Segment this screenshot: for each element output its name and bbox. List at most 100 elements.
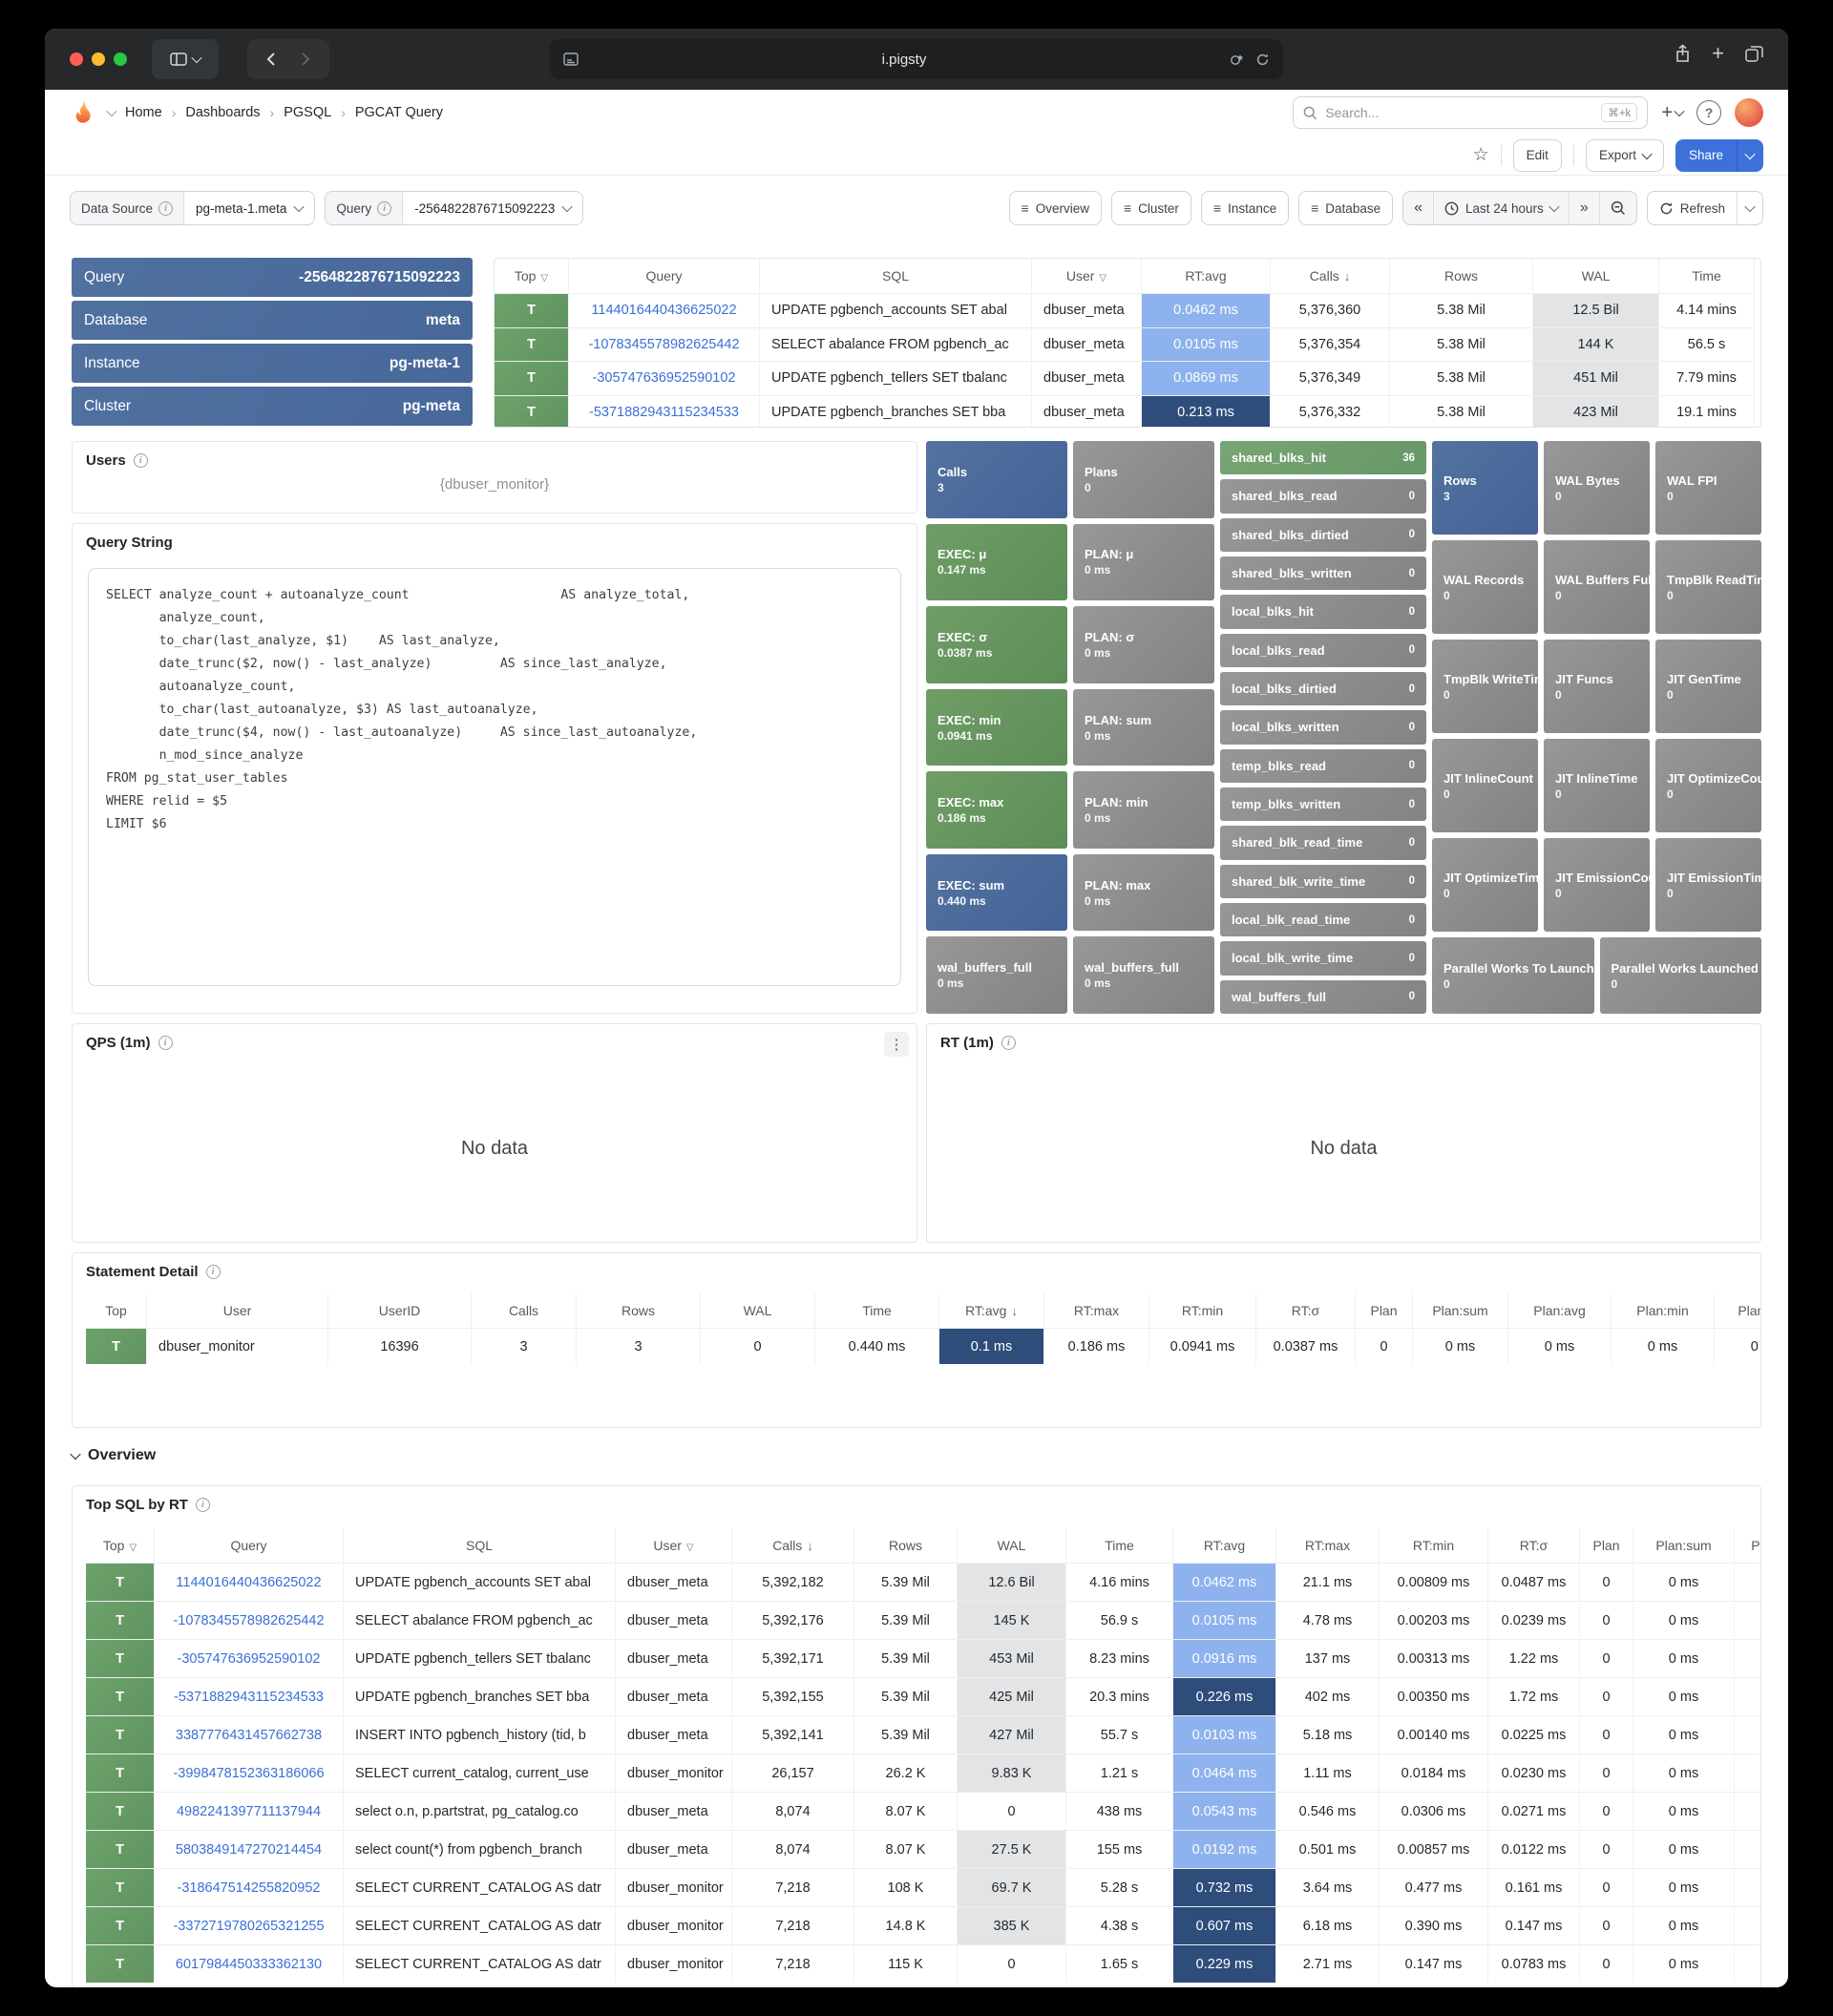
search-input[interactable]: Search... ⌘+k: [1293, 96, 1648, 129]
column-header[interactable]: RT:avg: [1173, 1528, 1276, 1563]
query-link[interactable]: -5371882943115234533: [155, 1677, 344, 1715]
column-header[interactable]: Plan:avg: [1508, 1293, 1612, 1328]
query-link[interactable]: -318647514255820952: [155, 1868, 344, 1906]
top-badge[interactable]: T: [86, 1754, 155, 1792]
top-badge[interactable]: T: [495, 293, 569, 327]
column-header[interactable]: Top: [86, 1528, 155, 1563]
column-header[interactable]: SQL: [344, 1528, 616, 1563]
top-badge[interactable]: T: [86, 1601, 155, 1639]
top-badge[interactable]: T: [86, 1328, 147, 1364]
column-header[interactable]: WAL: [958, 1528, 1066, 1563]
column-header[interactable]: RT:max: [1044, 1293, 1149, 1328]
column-header[interactable]: Time: [815, 1293, 939, 1328]
query-link[interactable]: -3372719780265321255: [155, 1906, 344, 1944]
column-header[interactable]: WAL: [1533, 259, 1659, 293]
share-icon[interactable]: [1675, 44, 1691, 63]
column-header[interactable]: RT:min: [1380, 1528, 1488, 1563]
reader-icon[interactable]: [563, 52, 579, 66]
refresh-button[interactable]: Refresh: [1648, 192, 1737, 224]
forward-icon[interactable]: [301, 52, 310, 67]
minimize-window-button[interactable]: [92, 52, 105, 66]
column-header[interactable]: UserID: [328, 1293, 472, 1328]
top-badge[interactable]: T: [86, 1792, 155, 1830]
time-shift-back-button[interactable]: «: [1403, 192, 1434, 224]
top-badge[interactable]: T: [495, 395, 569, 428]
info-icon[interactable]: i: [158, 201, 173, 216]
column-header[interactable]: Plan:sum: [1413, 1293, 1508, 1328]
time-range-button[interactable]: Last 24 hours: [1434, 192, 1570, 224]
edit-button[interactable]: Edit: [1513, 139, 1562, 172]
breadcrumb-dashboards[interactable]: Dashboards: [185, 105, 260, 120]
column-header[interactable]: Rows: [577, 1293, 701, 1328]
view-link-button[interactable]: ≡Overview: [1009, 191, 1102, 225]
query-link[interactable]: 6017984450333362130: [155, 1944, 344, 1983]
reload-icon[interactable]: [1255, 52, 1270, 67]
time-shift-forward-button[interactable]: »: [1570, 192, 1600, 224]
info-icon[interactable]: i: [196, 1498, 210, 1512]
help-icon[interactable]: ?: [1696, 100, 1721, 125]
share-menu-button[interactable]: [1737, 139, 1763, 172]
column-header[interactable]: RT:σ: [1488, 1528, 1580, 1563]
data-source-select[interactable]: pg-meta-1.meta: [184, 192, 314, 224]
view-link-button[interactable]: ≡Instance: [1201, 191, 1289, 225]
column-header[interactable]: WAL: [701, 1293, 815, 1328]
column-header[interactable]: Plan: [1356, 1293, 1413, 1328]
column-header[interactable]: Query: [155, 1528, 344, 1563]
query-link[interactable]: -5371882943115234533: [569, 395, 760, 428]
top-badge[interactable]: T: [86, 1715, 155, 1754]
column-header[interactable]: Calls: [732, 1528, 854, 1563]
column-header[interactable]: Calls: [1271, 259, 1390, 293]
top-badge[interactable]: T: [86, 1639, 155, 1677]
info-icon[interactable]: i: [158, 1036, 173, 1050]
query-link[interactable]: -305747636952590102: [155, 1639, 344, 1677]
avatar[interactable]: [1735, 98, 1763, 127]
column-header[interactable]: Plan:avg: [1735, 1528, 1760, 1563]
breadcrumb-pgsql[interactable]: PGSQL: [284, 105, 331, 120]
info-icon[interactable]: i: [134, 453, 148, 468]
share-button[interactable]: Share: [1675, 139, 1737, 172]
query-link[interactable]: 3387776431457662738: [155, 1715, 344, 1754]
query-link[interactable]: 5803849147270214454: [155, 1830, 344, 1868]
top-badge[interactable]: T: [86, 1563, 155, 1601]
zoom-out-button[interactable]: [1600, 192, 1636, 224]
column-header[interactable]: User: [1032, 259, 1142, 293]
column-header[interactable]: Calls: [472, 1293, 577, 1328]
column-header[interactable]: SQL: [760, 259, 1032, 293]
top-badge[interactable]: T: [86, 1830, 155, 1868]
zoom-window-button[interactable]: [114, 52, 127, 66]
back-icon[interactable]: [266, 52, 276, 67]
grafana-logo[interactable]: [70, 99, 96, 126]
org-switcher-icon[interactable]: [106, 106, 116, 116]
extensions-icon[interactable]: [1230, 52, 1246, 67]
column-header[interactable]: Time: [1066, 1528, 1173, 1563]
top-badge[interactable]: T: [86, 1677, 155, 1715]
column-header[interactable]: Rows: [854, 1528, 958, 1563]
column-header[interactable]: User: [147, 1293, 328, 1328]
favorite-star-icon[interactable]: ☆: [1473, 144, 1489, 166]
column-header[interactable]: Rows: [1390, 259, 1533, 293]
column-header[interactable]: Time: [1659, 259, 1755, 293]
query-link[interactable]: -3998478152363186066: [155, 1754, 344, 1792]
new-tab-icon[interactable]: +: [1712, 44, 1724, 63]
sidebar-toggle-button[interactable]: [152, 39, 219, 79]
panel-menu-icon[interactable]: ⋮: [884, 1032, 909, 1057]
view-link-button[interactable]: ≡Cluster: [1111, 191, 1191, 225]
view-link-button[interactable]: ≡Database: [1298, 191, 1393, 225]
breadcrumb-home[interactable]: Home: [125, 105, 162, 120]
close-window-button[interactable]: [70, 52, 83, 66]
column-header[interactable]: RT:avg: [1142, 259, 1271, 293]
info-icon[interactable]: i: [206, 1265, 221, 1279]
column-header[interactable]: Plan: [1580, 1528, 1633, 1563]
tab-overview-icon[interactable]: [1745, 46, 1763, 62]
info-icon[interactable]: i: [377, 201, 391, 216]
export-button[interactable]: Export: [1586, 139, 1664, 172]
query-select[interactable]: -2564822876715092223: [403, 192, 582, 224]
query-link[interactable]: 1144016440436625022: [155, 1563, 344, 1601]
column-header[interactable]: RT:max: [1276, 1528, 1380, 1563]
query-link[interactable]: -1078345578982625442: [569, 327, 760, 362]
column-header[interactable]: RT:σ: [1256, 1293, 1356, 1328]
column-header[interactable]: Plan:min: [1612, 1293, 1715, 1328]
add-menu-button[interactable]: +: [1661, 104, 1683, 121]
column-header[interactable]: RT:min: [1149, 1293, 1256, 1328]
query-link[interactable]: -1078345578982625442: [155, 1601, 344, 1639]
